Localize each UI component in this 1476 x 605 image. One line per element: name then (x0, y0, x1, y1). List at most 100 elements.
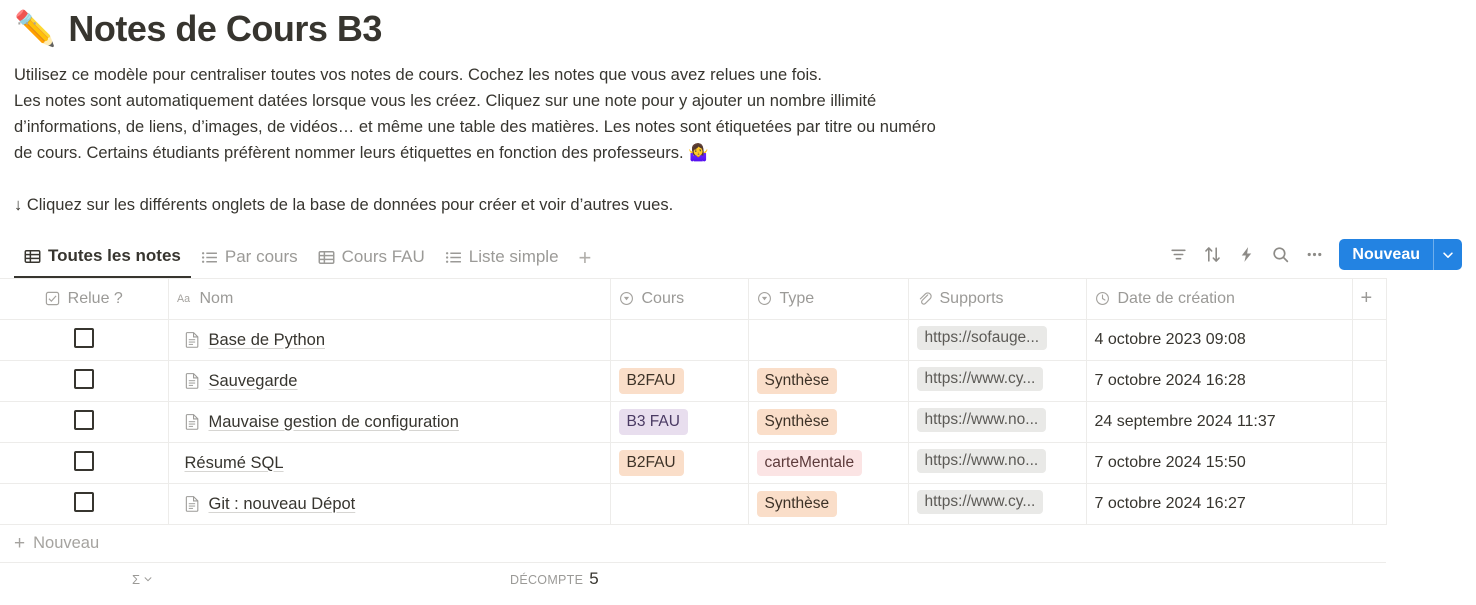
tab-label: Toutes les notes (48, 246, 181, 265)
checkbox[interactable] (73, 409, 94, 430)
supports-cell[interactable]: https://www.no... (908, 442, 1087, 484)
more-options-icon[interactable] (1297, 240, 1331, 270)
date-cell[interactable]: 24 septembre 2024 11:37 (1086, 401, 1353, 443)
plus-icon: + (14, 532, 26, 554)
relue-checkbox-cell[interactable] (0, 483, 169, 525)
row-title[interactable]: Base de Python (209, 331, 326, 350)
type-cell[interactable] (748, 319, 909, 361)
relue-checkbox-cell[interactable] (0, 319, 169, 361)
count-summary[interactable]: DÉCOMPTE 5 (510, 569, 599, 589)
sort-icon[interactable] (1195, 240, 1229, 270)
column-header-nom[interactable]: Aa Nom (168, 278, 611, 320)
list-icon (201, 249, 218, 266)
row-title[interactable]: Mauvaise gestion de configuration (209, 413, 459, 432)
chevron-down-icon (144, 577, 152, 582)
cours-cell[interactable] (610, 483, 749, 525)
supports-cell[interactable]: https://www.cy... (908, 483, 1087, 525)
plus-icon: + (1360, 286, 1373, 309)
date-cell[interactable]: 7 octobre 2024 15:50 (1086, 442, 1353, 484)
cours-cell[interactable]: B3 FAU (610, 401, 749, 443)
row-title[interactable]: Sauvegarde (209, 372, 298, 391)
row-title[interactable]: Résumé SQL (185, 454, 284, 473)
column-header-date[interactable]: Date de création (1086, 278, 1353, 320)
row-title[interactable]: Git : nouveau Dépot (209, 495, 356, 514)
page-header: ✏️ Notes de Cours B3 Utilisez ce modèle … (0, 0, 1476, 218)
url-pill[interactable]: https://www.no... (916, 448, 1047, 473)
tab-cours-fau[interactable]: Cours FAU (308, 247, 435, 277)
checkbox[interactable] (73, 368, 94, 389)
sum-selector[interactable]: Σ (132, 572, 153, 587)
name-cell[interactable]: Git : nouveau Dépot (168, 483, 611, 525)
date-cell[interactable]: 4 octobre 2023 09:08 (1086, 319, 1353, 361)
notes-table: Relue ? Aa Nom Cours Type Supports Date … (0, 12, 1387, 525)
table-row[interactable]: Résumé SQL B2FAU carteMentale https://ww… (0, 442, 1387, 484)
column-header-type[interactable]: Type (748, 278, 909, 320)
column-header-cours[interactable]: Cours (610, 278, 749, 320)
name-cell[interactable]: Sauvegarde (168, 360, 611, 402)
type-cell[interactable]: carteMentale (748, 442, 909, 484)
cours-tag: B2FAU (618, 450, 684, 476)
checkbox[interactable] (73, 327, 94, 348)
column-header-supports[interactable]: Supports (908, 278, 1087, 320)
add-row-label: Nouveau (33, 534, 100, 552)
title-row: ✏️ Notes de Cours B3 (14, 8, 1476, 50)
name-cell[interactable]: Base de Python (168, 319, 611, 361)
table-options-icon[interactable]: ··· (16, 12, 39, 35)
row-end-cell (1352, 360, 1387, 402)
tab-label: Liste simple (468, 247, 559, 266)
name-cell[interactable]: Résumé SQL (168, 442, 611, 484)
filter-icon[interactable] (1161, 240, 1195, 270)
url-pill[interactable]: https://www.no... (916, 407, 1047, 432)
cours-cell[interactable]: B2FAU (610, 442, 749, 484)
table-row[interactable]: Base de Python https://sofauge... 4 octo… (0, 319, 1387, 361)
column-header-label: Type (779, 290, 815, 307)
search-icon[interactable] (1263, 240, 1297, 270)
checkbox[interactable] (73, 450, 94, 471)
type-cell[interactable]: Synthèse (748, 401, 909, 443)
supports-cell[interactable]: https://www.no... (908, 401, 1087, 443)
supports-cell[interactable]: https://sofauge... (908, 319, 1087, 361)
document-icon (185, 495, 201, 513)
table-body: Base de Python https://sofauge... 4 octo… (0, 319, 1387, 525)
column-header-label: Date de création (1117, 290, 1235, 307)
new-button[interactable]: Nouveau (1339, 239, 1433, 270)
select-icon (757, 291, 773, 307)
relue-checkbox-cell[interactable] (0, 442, 169, 484)
intro-line-2: Les notes sont automatiquement datées lo… (14, 92, 877, 110)
type-cell[interactable]: Synthèse (748, 483, 909, 525)
relue-checkbox-cell[interactable] (0, 401, 169, 443)
add-row-button[interactable]: + Nouveau (0, 525, 1386, 563)
tab-label: Par cours (224, 247, 298, 266)
tab-liste-simple[interactable]: Liste simple (435, 247, 569, 277)
cours-cell[interactable]: B2FAU (610, 360, 749, 402)
paperclip-icon (917, 291, 933, 307)
supports-cell[interactable]: https://www.cy... (908, 360, 1087, 402)
date-cell[interactable]: 7 octobre 2024 16:27 (1086, 483, 1353, 525)
document-icon (185, 372, 201, 390)
column-header-label: Cours (641, 290, 685, 307)
tab-par-cours[interactable]: Par cours (191, 247, 308, 277)
name-cell[interactable]: Mauvaise gestion de configuration (168, 401, 611, 443)
checkbox[interactable] (73, 491, 94, 512)
chevron-down-icon[interactable] (1434, 239, 1462, 270)
add-view-button[interactable]: + (569, 246, 602, 276)
relue-checkbox-cell[interactable] (0, 360, 169, 402)
cours-tag: B2FAU (618, 368, 684, 394)
table-row[interactable]: Mauvaise gestion de configuration B3 FAU… (0, 401, 1387, 443)
url-pill[interactable]: https://sofauge... (916, 325, 1048, 350)
type-cell[interactable]: Synthèse (748, 360, 909, 402)
column-header-relue[interactable]: Relue ? (0, 278, 169, 320)
tab-toutes-les-notes[interactable]: Toutes les notes (14, 246, 191, 278)
date-cell[interactable]: 7 octobre 2024 16:28 (1086, 360, 1353, 402)
page-title[interactable]: Notes de Cours B3 (68, 8, 382, 50)
url-pill[interactable]: https://www.cy... (916, 366, 1044, 391)
add-column-button[interactable]: + ··· (16, 12, 1387, 320)
table-row[interactable]: Sauvegarde B2FAU Synthèse https://www.cy… (0, 360, 1387, 402)
checkbox-icon (45, 291, 61, 307)
cours-cell[interactable] (610, 319, 749, 361)
table-header-row: Relue ? Aa Nom Cours Type Supports Date … (0, 12, 1387, 320)
url-pill[interactable]: https://www.cy... (916, 489, 1044, 514)
view-tab-bar: Toutes les notes Par cours Cours FAU Lis… (0, 236, 1476, 278)
table-row[interactable]: Git : nouveau Dépot Synthèse https://www… (0, 483, 1387, 525)
lightning-icon[interactable] (1229, 240, 1263, 270)
